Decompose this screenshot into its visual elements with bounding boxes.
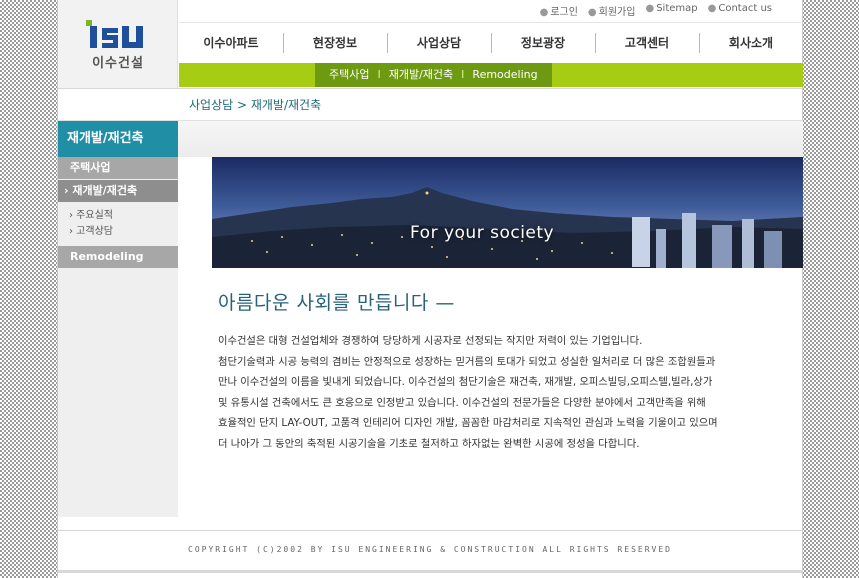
page: 이수건설 ● 로그인 ● 회원가입 ● Sitemap ● Contact us 이수아… [57, 0, 803, 578]
gnb-item-info-square[interactable]: 정보광장 [491, 31, 595, 55]
utility-links: ● 로그인 ● 회원가입 ● Sitemap ● Contact us [540, 3, 772, 18]
gnb-item-site-info[interactable]: 현장정보 [283, 31, 387, 55]
intro-line: 효율적인 단지 LAY-OUT, 고품격 인테리어 디자인 개발, 꼼꼼한 마감… [218, 417, 718, 429]
page-headline: 아름다운 사회를 만듭니다 — [218, 292, 455, 314]
intro-line: 이수건설은 대형 건설업체와 경쟁하여 당당하게 시공자로 선정되는 작지만 저… [218, 335, 643, 347]
sidebar-item-housing[interactable]: 주택사업 [58, 157, 178, 179]
sidebar-item-remodeling[interactable]: Remodeling [58, 246, 178, 268]
sidebar-submenu: › 주요실적 › 고객상담 [58, 203, 178, 246]
city-night-image [212, 157, 803, 268]
global-nav: 이수아파트 현장정보 사업상담 정보광장 고객센터 회사소개 [179, 22, 803, 62]
sidebar-subitem-consult[interactable]: › 고객상담 [69, 224, 178, 240]
divider [58, 88, 803, 89]
main-visual: For your society [212, 157, 803, 268]
intro-line: 첨단기술력과 시공 능력의 겸비는 안정적으로 성장하는 믿거름의 토대가 되었… [218, 355, 716, 368]
subnav: 주택사업 I 재개발/재건축 I Remodeling [315, 63, 552, 87]
gnb-item-business[interactable]: 사업상담 [387, 31, 491, 55]
subnav-separator: I [377, 68, 381, 81]
divider [58, 570, 803, 573]
gnb-item-apartment[interactable]: 이수아파트 [179, 31, 283, 55]
util-contact[interactable]: ● Contact us [708, 3, 772, 18]
intro-line: 더 나아가 그 동안의 축적된 시공기술을 기초로 철저하고 하자없는 완벽한 … [218, 437, 640, 450]
isu-logo-mark [86, 20, 143, 48]
subnav-separator: I [461, 68, 465, 81]
util-sitemap[interactable]: ● Sitemap [645, 3, 697, 18]
logo[interactable]: 이수건설 [58, 0, 178, 88]
visual-caption: For your society [410, 223, 555, 243]
subnav-remodeling[interactable]: Remodeling [472, 63, 537, 87]
breadcrumb: 사업상담 > 재개발/재건축 [189, 98, 322, 112]
subnav-bar: 주택사업 I 재개발/재건축 I Remodeling [179, 63, 803, 87]
gnb-item-customer-center[interactable]: 고객센터 [595, 31, 699, 55]
footer-copyright: COPYRIGHT (C)2002 BY ISU ENGINEERING & C… [188, 545, 672, 554]
intro-line: 및 유통시설 건축에서도 큰 호응으로 인정받고 있습니다. 이수건설의 전문가… [218, 396, 706, 409]
divider [58, 530, 803, 531]
logo-name: 이수건설 [92, 56, 144, 71]
sidebar-item-redevelopment[interactable]: › 재개발/재건축 [58, 180, 178, 202]
title-strip [178, 121, 803, 157]
sidebar-subitem-results[interactable]: › 주요실적 [69, 208, 178, 224]
intro-text: 이수건설은 대형 건설업체와 경쟁하여 당당하게 시공자로 선정되는 작지만 저… [218, 331, 778, 454]
gnb-item-company[interactable]: 회사소개 [699, 31, 803, 55]
subnav-housing[interactable]: 주택사업 [329, 63, 369, 87]
util-join[interactable]: ● 회원가입 [588, 3, 636, 18]
util-login[interactable]: ● 로그인 [540, 3, 578, 18]
subnav-redevelopment[interactable]: 재개발/재건축 [389, 63, 453, 87]
lnb-title: 재개발/재건축 [58, 121, 178, 157]
intro-line: 만나 이수건설의 이름을 빛내게 되었습니다. 이수건설의 첨단기술은 재건축,… [218, 376, 713, 388]
side-nav: 주택사업 › 재개발/재건축 › 주요실적 › 고객상담 Remodeling [58, 157, 178, 517]
